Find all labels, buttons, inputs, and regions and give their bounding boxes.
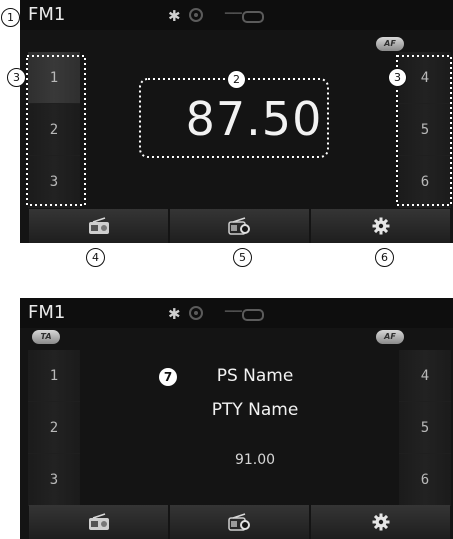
radio-button[interactable] (29, 505, 168, 539)
gear-icon (372, 513, 389, 531)
callout-7: 7 (159, 368, 177, 386)
preset-button-2[interactable]: 2 (28, 402, 80, 454)
preset-button-6[interactable]: 6 (399, 454, 451, 506)
callout-1: 1 (1, 8, 20, 27)
pty-name: PTY Name (211, 400, 299, 420)
radio-search-button[interactable] (170, 505, 309, 539)
callout-5: 5 (233, 248, 252, 267)
preset-button-1[interactable]: 1 (28, 350, 80, 402)
callout-6: 6 (375, 248, 394, 267)
aux-icon (242, 309, 264, 321)
callout-2: 2 (227, 70, 246, 89)
callout-outlines (26, 55, 452, 206)
bluetooth-icon: ✱ (168, 305, 181, 323)
frequency-display: 91.00 (234, 452, 276, 468)
radio-mode-label: FM1 (28, 302, 66, 323)
preset-button-3[interactable]: 3 (28, 454, 80, 506)
usb-icon: ── (225, 304, 242, 320)
ps-name: PS Name (216, 366, 294, 386)
record-icon (189, 306, 203, 320)
preset-list-left: 1 2 3 (28, 350, 80, 506)
preset-button-4[interactable]: 4 (399, 350, 451, 402)
radio-screen-rds: FM1 ✱ ── TA AF 1 2 3 4 5 6 PS Name PTY N… (20, 298, 453, 539)
callout-3-right: 3 (388, 68, 407, 87)
callout-outline-left-presets (26, 55, 86, 206)
softkey-bar (28, 505, 451, 539)
preset-button-5[interactable]: 5 (399, 402, 451, 454)
radio-search-icon (227, 513, 250, 531)
ta-badge: TA (32, 330, 60, 344)
radio-icon (88, 513, 109, 530)
af-badge: AF (376, 330, 404, 344)
callout-3-left: 3 (7, 68, 26, 87)
settings-button[interactable] (311, 505, 450, 539)
preset-list-right: 4 5 6 (399, 350, 451, 506)
status-bar: FM1 ✱ ── (20, 298, 453, 328)
callout-outline-frequency (139, 78, 329, 158)
callout-4: 4 (86, 248, 105, 267)
